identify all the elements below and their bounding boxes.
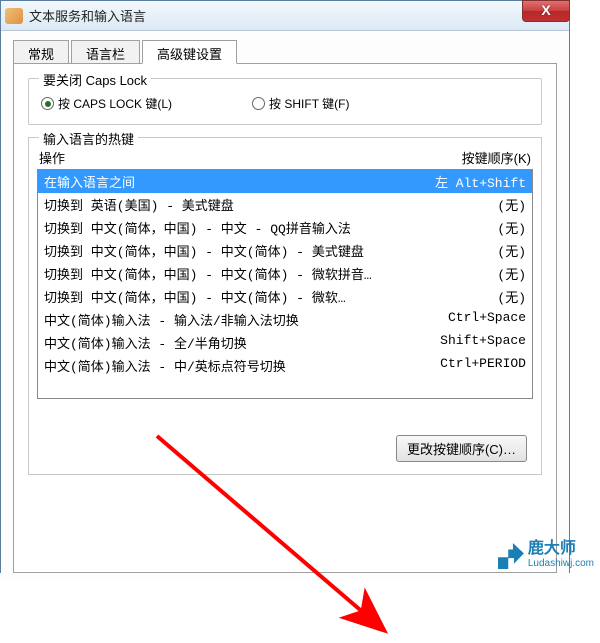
list-item-sequence: (无) xyxy=(406,218,526,237)
hotkey-groupbox: 输入语言的热键 操作 按键顺序(K) 在输入语言之间左 Alt+Shift切换到… xyxy=(28,137,542,475)
list-item-sequence: (无) xyxy=(406,287,526,306)
radio-icon xyxy=(252,97,265,110)
list-item-sequence: Shift+Space xyxy=(406,333,526,352)
watermark-url: Ludashiwj.com xyxy=(528,558,594,569)
hotkey-group-title: 输入语言的热键 xyxy=(39,129,138,148)
list-item[interactable]: 切换到 中文(简体，中国) - 中文(简体) - 微软…(无) xyxy=(38,285,532,308)
hotkey-list[interactable]: 在输入语言之间左 Alt+Shift切换到 英语(美国) - 美式键盘(无)切换… xyxy=(37,169,533,399)
list-item[interactable]: 切换到 中文(简体，中国) - 中文(简体) - 微软拼音…(无) xyxy=(38,262,532,285)
column-header-action: 操作 xyxy=(39,148,401,167)
list-item-action: 在输入语言之间 xyxy=(44,172,406,191)
window-title: 文本服务和输入语言 xyxy=(29,6,146,25)
client-area: 常规 语言栏 高级键设置 要关闭 Caps Lock 按 CAPS LOCK 键… xyxy=(1,31,569,581)
close-button[interactable]: X xyxy=(522,0,570,22)
list-item-action: 切换到 中文(简体，中国) - 中文(简体) - 美式键盘 xyxy=(44,241,406,260)
list-item[interactable]: 中文(简体)输入法 - 全/半角切换Shift+Space xyxy=(38,331,532,354)
list-item[interactable]: 在输入语言之间左 Alt+Shift xyxy=(38,170,532,193)
tab-strip: 常规 语言栏 高级键设置 xyxy=(13,40,557,64)
list-item-action: 中文(简体)输入法 - 输入法/非输入法切换 xyxy=(44,310,406,329)
annotation-arrow xyxy=(149,428,409,643)
radio-label: 按 SHIFT 键(F) xyxy=(269,95,349,112)
list-item-action: 中文(简体)输入法 - 全/半角切换 xyxy=(44,333,406,352)
list-item-action: 中文(简体)输入法 - 中/英标点符号切换 xyxy=(44,356,406,375)
list-item-action: 切换到 中文(简体，中国) - 中文(简体) - 微软… xyxy=(44,287,406,306)
list-item-action: 切换到 中文(简体，中国) - 中文(简体) - 微软拼音… xyxy=(44,264,406,283)
watermark: 鹿大师 Ludashiwj.com xyxy=(498,534,594,569)
list-item-sequence: (无) xyxy=(406,264,526,283)
list-item[interactable]: 切换到 中文(简体，中国) - 中文 - QQ拼音输入法(无) xyxy=(38,216,532,239)
dialog-window: 文本服务和输入语言 X 常规 语言栏 高级键设置 要关闭 Caps Lock 按… xyxy=(0,0,570,573)
list-item[interactable]: 切换到 中文(简体，中国) - 中文(简体) - 美式键盘(无) xyxy=(38,239,532,262)
list-item-sequence: (无) xyxy=(406,241,526,260)
list-item[interactable]: 中文(简体)输入法 - 中/英标点符号切换Ctrl+PERIOD xyxy=(38,354,532,377)
column-header-sequence: 按键顺序(K) xyxy=(401,148,531,167)
radio-shift[interactable]: 按 SHIFT 键(F) xyxy=(252,95,349,112)
list-item-sequence: Ctrl+PERIOD xyxy=(406,356,526,375)
tab-language-bar[interactable]: 语言栏 xyxy=(71,40,140,64)
list-item-sequence: 左 Alt+Shift xyxy=(406,172,526,191)
tab-advanced-keys[interactable]: 高级键设置 xyxy=(142,40,237,64)
radio-capslock[interactable]: 按 CAPS LOCK 键(L) xyxy=(41,95,172,112)
list-header: 操作 按键顺序(K) xyxy=(29,148,541,167)
tab-panel: 要关闭 Caps Lock 按 CAPS LOCK 键(L) 按 SHIFT 键… xyxy=(13,63,557,573)
capslock-radio-row: 按 CAPS LOCK 键(L) 按 SHIFT 键(F) xyxy=(41,95,529,112)
change-sequence-button[interactable]: 更改按键顺序(C)… xyxy=(396,435,527,462)
tab-body: 要关闭 Caps Lock 按 CAPS LOCK 键(L) 按 SHIFT 键… xyxy=(14,63,556,572)
list-item[interactable]: 中文(简体)输入法 - 输入法/非输入法切换Ctrl+Space xyxy=(38,308,532,331)
titlebar: 文本服务和输入语言 X xyxy=(1,1,569,31)
capslock-groupbox: 要关闭 Caps Lock 按 CAPS LOCK 键(L) 按 SHIFT 键… xyxy=(28,78,542,125)
list-item-sequence: Ctrl+Space xyxy=(406,310,526,329)
list-item[interactable]: 切换到 英语(美国) - 美式键盘(无) xyxy=(38,193,532,216)
tab-general[interactable]: 常规 xyxy=(13,40,69,64)
list-item-sequence: (无) xyxy=(406,195,526,214)
capslock-group-title: 要关闭 Caps Lock xyxy=(39,70,151,89)
radio-label: 按 CAPS LOCK 键(L) xyxy=(58,95,172,112)
list-item-action: 切换到 英语(美国) - 美式键盘 xyxy=(44,195,406,214)
list-item-action: 切换到 中文(简体，中国) - 中文 - QQ拼音输入法 xyxy=(44,218,406,237)
watermark-logo-icon xyxy=(498,543,524,569)
radio-icon xyxy=(41,97,54,110)
watermark-name: 鹿大师 xyxy=(528,540,576,557)
close-icon: X xyxy=(541,2,550,18)
app-icon xyxy=(5,8,23,24)
